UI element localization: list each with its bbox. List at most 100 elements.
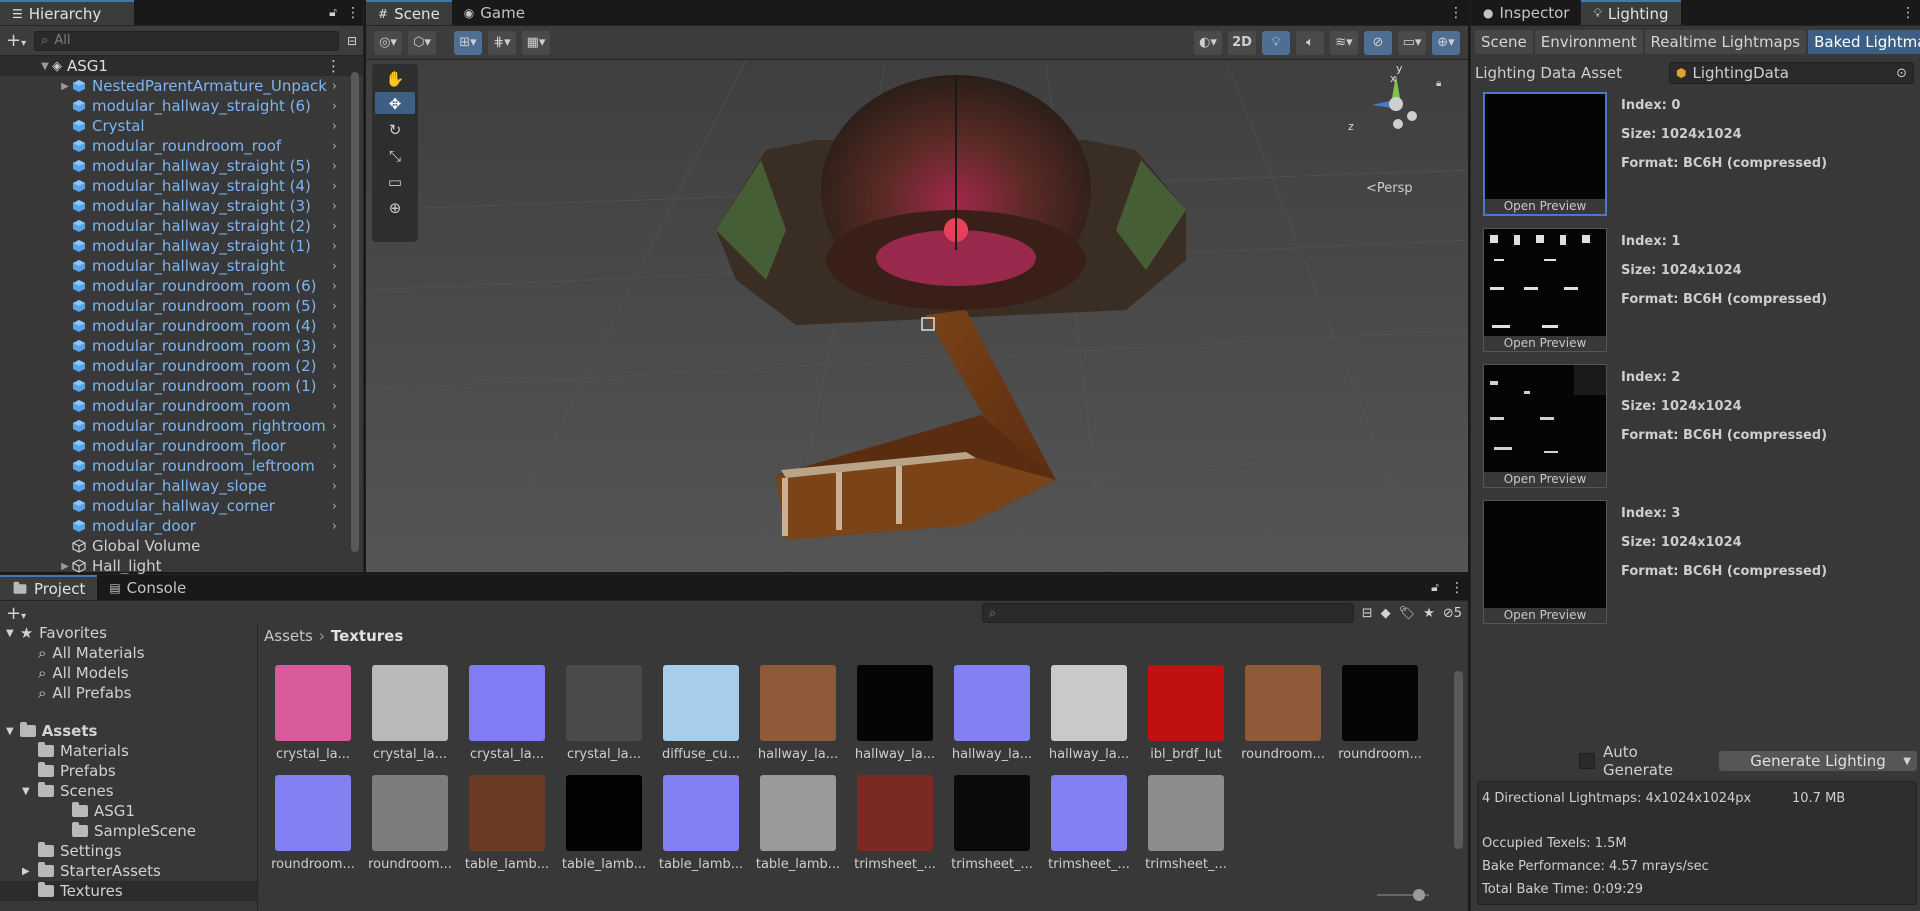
subtab-baked-lightmaps[interactable]: Baked Lightmaps xyxy=(1808,30,1920,54)
expand-arrow-icon[interactable]: ▼ xyxy=(6,628,14,639)
subtab-realtime-lightmaps[interactable]: Realtime Lightmaps xyxy=(1644,30,1807,54)
hierarchy-item[interactable]: Crystal › xyxy=(0,116,363,136)
hierarchy-item[interactable]: modular_hallway_corner › xyxy=(0,496,363,516)
hierarchy-scrollbar[interactable] xyxy=(351,72,359,552)
audio-toggle-icon[interactable]: 🔈︎ xyxy=(1296,30,1324,55)
render-mode-icon[interactable]: ⬡▾ xyxy=(408,30,436,55)
search-options-icon[interactable]: ⊟ xyxy=(347,34,357,48)
lightmap-thumbnail[interactable]: Open Preview xyxy=(1483,364,1607,488)
tab-project[interactable]: Project xyxy=(0,575,98,600)
texture-asset[interactable]: hallway_la... xyxy=(855,665,935,762)
texture-asset[interactable]: roundroom... xyxy=(1338,665,1422,762)
zoom-slider[interactable] xyxy=(1377,889,1429,901)
hierarchy-item[interactable]: modular_hallway_straight (1) › xyxy=(0,236,363,256)
lightmap-thumbnail[interactable]: Open Preview xyxy=(1483,500,1607,624)
hierarchy-item[interactable]: modular_roundroom_room › xyxy=(0,396,363,416)
hierarchy-item[interactable]: modular_roundroom_leftroom › xyxy=(0,456,363,476)
open-prefab-chevron-icon[interactable]: › xyxy=(332,439,337,454)
hierarchy-item[interactable]: modular_hallway_straight (4) › xyxy=(0,176,363,196)
texture-asset[interactable]: hallway_la... xyxy=(952,665,1032,762)
rotate-tool-icon[interactable]: ↻ xyxy=(389,121,402,139)
gizmos-icon[interactable]: ⊕▾ xyxy=(1432,30,1460,55)
hierarchy-item[interactable]: modular_hallway_straight › xyxy=(0,256,363,276)
expand-arrow-icon[interactable]: ▶ xyxy=(58,561,72,572)
toggle-2d-button[interactable]: 2D xyxy=(1228,30,1256,55)
lock-icon[interactable]: 🔓︎ xyxy=(1424,575,1446,600)
hierarchy-root-row[interactable]: ▼ ◈ ASG1 ⋮ xyxy=(0,56,363,76)
grid-toggle-icon[interactable]: ▦▾ xyxy=(522,30,550,55)
lighting-data-field[interactable]: ⬢ LightingData ⊙ xyxy=(1669,62,1914,84)
hierarchy-item[interactable]: modular_hallway_straight (3) › xyxy=(0,196,363,216)
hierarchy-item[interactable]: modular_roundroom_room (4) › xyxy=(0,316,363,336)
folder-item[interactable]: Prefabs xyxy=(0,761,257,781)
hierarchy-item[interactable]: modular_roundroom_room (2) › xyxy=(0,356,363,376)
object-picker-icon[interactable]: ⊙ xyxy=(1896,66,1907,81)
persp-label[interactable]: <Persp xyxy=(1366,181,1413,196)
tab-scene[interactable]: # Scene xyxy=(366,0,452,25)
favorites-header[interactable]: ▼ ★ Favorites xyxy=(0,623,257,643)
open-prefab-chevron-icon[interactable]: › xyxy=(332,339,337,354)
hidden-packages-icon[interactable]: ⊘5 xyxy=(1443,606,1462,621)
add-button[interactable]: +▾ xyxy=(6,30,26,51)
lightmap-thumbnail[interactable]: Open Preview xyxy=(1483,228,1607,352)
texture-asset[interactable]: table_lamb... xyxy=(562,775,646,872)
subtab-environment[interactable]: Environment xyxy=(1534,30,1643,54)
open-prefab-chevron-icon[interactable]: › xyxy=(332,199,337,214)
hierarchy-item[interactable]: modular_roundroom_floor › xyxy=(0,436,363,456)
open-preview-button[interactable]: Open Preview xyxy=(1484,608,1606,623)
grid-snap-icon[interactable]: ⊞▾ xyxy=(454,30,482,55)
folder-item[interactable]: ASG1 xyxy=(0,801,257,821)
label-icon[interactable]: 🏷︎ xyxy=(1399,606,1416,621)
texture-asset[interactable]: trimsheet_... xyxy=(951,775,1033,872)
texture-asset[interactable]: crystal_la... xyxy=(469,665,545,762)
texture-asset[interactable]: crystal_la... xyxy=(275,665,351,762)
texture-asset[interactable]: ibl_brdf_lut xyxy=(1148,665,1224,762)
tab-hierarchy[interactable]: ☰ Hierarchy xyxy=(0,0,134,25)
open-prefab-chevron-icon[interactable]: › xyxy=(332,119,337,134)
expand-arrow-icon[interactable]: ▼ xyxy=(38,61,52,72)
open-prefab-chevron-icon[interactable]: › xyxy=(332,279,337,294)
texture-asset[interactable]: trimsheet_... xyxy=(1145,775,1227,872)
open-prefab-chevron-icon[interactable]: › xyxy=(332,299,337,314)
texture-asset[interactable]: table_lamb... xyxy=(756,775,840,872)
open-prefab-chevron-icon[interactable]: › xyxy=(332,139,337,154)
hierarchy-item[interactable]: modular_roundroom_room (1) › xyxy=(0,376,363,396)
open-prefab-chevron-icon[interactable]: › xyxy=(332,99,337,114)
texture-asset[interactable]: trimsheet_... xyxy=(1048,775,1130,872)
texture-asset[interactable]: crystal_la... xyxy=(566,665,642,762)
folder-item[interactable]: ▼ Scenes xyxy=(0,781,257,801)
texture-asset[interactable]: roundroom... xyxy=(1241,665,1325,762)
generate-lighting-button[interactable]: Generate Lighting ▼ xyxy=(1719,751,1917,771)
folder-item[interactable]: ▶ StarterAssets xyxy=(0,861,257,881)
kebab-menu-icon[interactable]: ⋮ xyxy=(343,0,363,25)
shading-mode-icon[interactable]: ◐▾ xyxy=(1194,30,1222,55)
create-button[interactable]: +▾ xyxy=(6,603,26,624)
open-prefab-chevron-icon[interactable]: › xyxy=(332,179,337,194)
tab-inspector[interactable]: ● Inspector xyxy=(1471,0,1581,25)
expand-arrow-icon[interactable]: ▶ xyxy=(22,866,32,877)
draw-mode-icon[interactable]: ◎▾ xyxy=(374,30,402,55)
hierarchy-item[interactable]: modular_roundroom_rightroom › xyxy=(0,416,363,436)
open-prefab-chevron-icon[interactable]: › xyxy=(332,379,337,394)
star-icon[interactable]: ★ xyxy=(1423,606,1435,621)
open-prefab-chevron-icon[interactable]: › xyxy=(332,259,337,274)
kebab-menu-icon[interactable]: ⋮ xyxy=(1896,0,1920,25)
hierarchy-search-input[interactable]: ⌕ All xyxy=(34,30,339,51)
open-preview-button[interactable]: Open Preview xyxy=(1485,199,1605,214)
tab-console[interactable]: ▤ Console xyxy=(97,575,198,600)
expand-arrow-icon[interactable]: ▼ xyxy=(22,786,32,797)
scale-tool-icon[interactable]: ⤡ xyxy=(389,147,401,165)
hierarchy-item[interactable]: modular_hallway_straight (5) › xyxy=(0,156,363,176)
hierarchy-item[interactable]: modular_hallway_slope › xyxy=(0,476,363,496)
assets-header[interactable]: ▼ Assets xyxy=(0,721,257,741)
texture-asset[interactable]: roundroom... xyxy=(271,775,355,872)
open-prefab-chevron-icon[interactable]: › xyxy=(332,239,337,254)
slider-thumb[interactable] xyxy=(1413,889,1425,901)
folder-item[interactable]: SampleScene xyxy=(0,821,257,841)
texture-asset[interactable]: table_lamb... xyxy=(465,775,549,872)
texture-asset[interactable]: crystal_la... xyxy=(372,665,448,762)
open-prefab-chevron-icon[interactable]: › xyxy=(332,419,337,434)
camera-icon[interactable]: ▭▾ xyxy=(1398,30,1426,55)
filter-icon[interactable]: ◆ xyxy=(1381,606,1391,621)
tab-game[interactable]: ◉ Game xyxy=(452,0,537,25)
